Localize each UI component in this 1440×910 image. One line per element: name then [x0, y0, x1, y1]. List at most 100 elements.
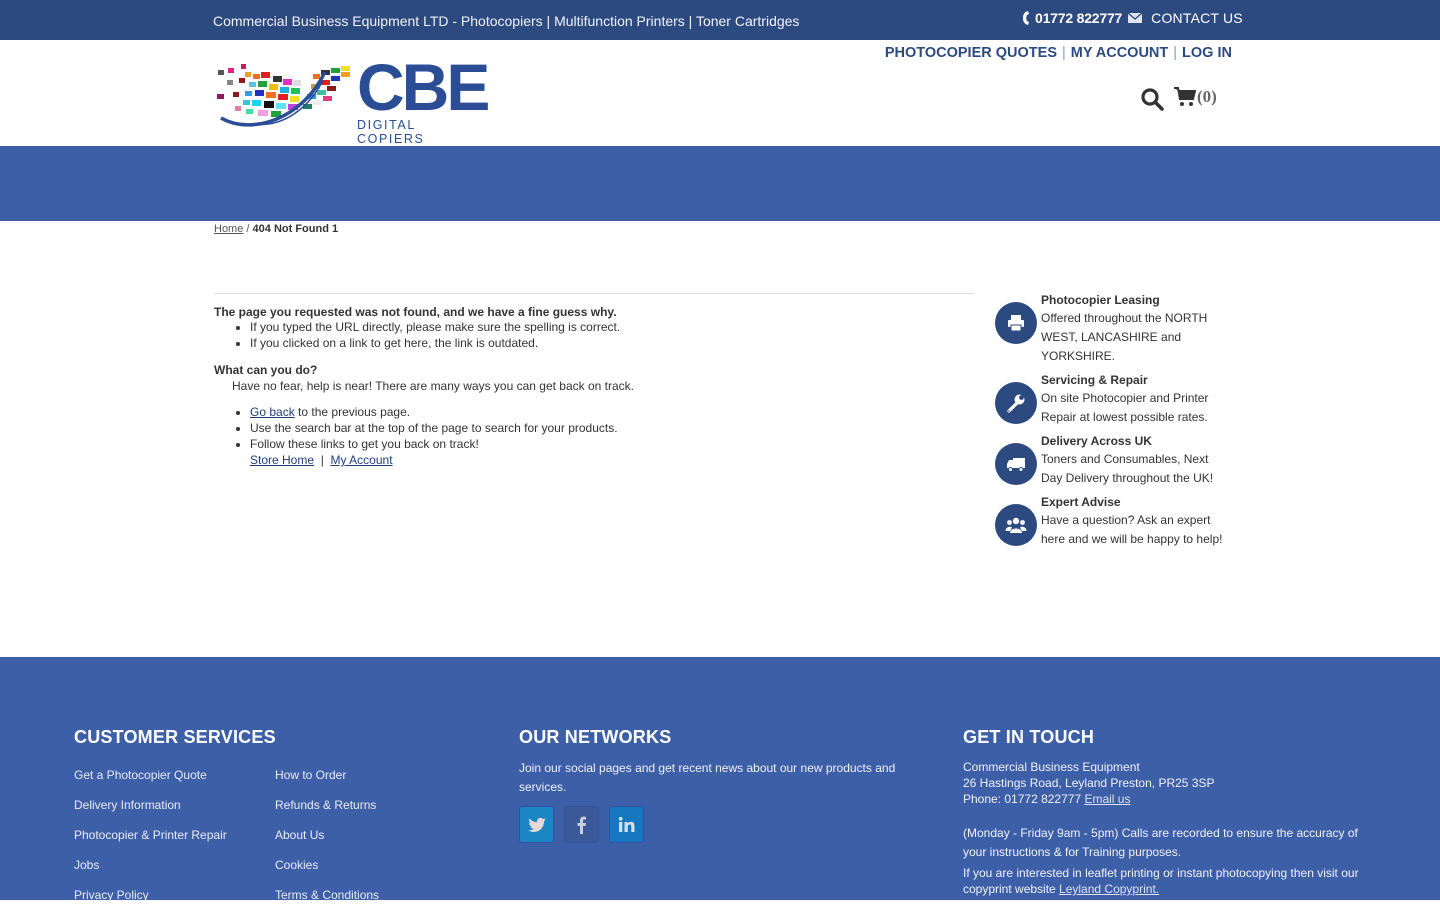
nav-my-account[interactable]: MY ACCOUNT [1071, 45, 1168, 61]
footer-link[interactable]: Terms & Conditions [275, 880, 475, 910]
footer-link[interactable]: About Us [275, 820, 475, 850]
feature-desc: Toners and Consumables, Next Day Deliver… [1041, 452, 1214, 485]
cart-count: (0) [1197, 87, 1217, 106]
linkedin-icon [618, 816, 634, 832]
breadcrumb-home[interactable]: Home [214, 223, 243, 235]
email-us-link[interactable]: Email us [1084, 792, 1130, 806]
footer-link[interactable]: How to Order [275, 760, 475, 790]
logo-text: CBE DIGITAL COPIERS [357, 50, 490, 146]
feature-title: Delivery Across UK [1041, 434, 1152, 448]
nav-photocopier-quotes[interactable]: PHOTOCOPIER QUOTES [885, 45, 1057, 61]
follow-text: Follow these links to get you back on tr… [250, 437, 479, 451]
linkedin-button[interactable] [609, 806, 644, 843]
suggestion-follow: Follow these links to get you back on tr… [250, 436, 974, 468]
logo[interactable]: CBE DIGITAL COPIERS [213, 54, 490, 146]
footer-link[interactable]: Jobs [74, 850, 275, 880]
footer-link[interactable]: Privacy Policy [74, 880, 275, 910]
nav-log-in[interactable]: LOG IN [1182, 45, 1232, 61]
search-icon[interactable] [1140, 87, 1164, 111]
reason-item: If you clicked on a link to get here, th… [250, 335, 974, 351]
truck-icon [995, 443, 1037, 485]
footer-link[interactable]: Delivery Information [74, 790, 275, 820]
footer-get-in-touch: GET IN TOUCH Commercial Business Equipme… [963, 727, 1383, 897]
facebook-button[interactable] [564, 806, 599, 843]
phone-number[interactable]: 01772 822777 [1035, 10, 1122, 26]
suggestions-list: Go back to the previous page. Use the se… [250, 404, 974, 468]
logo-brand: CBE [357, 50, 490, 124]
footer-link[interactable]: Photocopier & Printer Repair [74, 820, 275, 850]
feature-desc: Have a question? Ask an expert here and … [1041, 513, 1223, 546]
twitter-button[interactable] [519, 806, 554, 843]
feature-expert-advise: Expert Advise Have a question? Ask an ex… [995, 495, 1225, 549]
breadcrumb-separator: / [246, 223, 250, 235]
links-separator: | [320, 453, 324, 467]
feature-photocopier-leasing: Photocopier Leasing Offered throughout t… [995, 293, 1225, 366]
not-found-content: The page you requested was not found, an… [214, 293, 974, 468]
networks-text: Join our social pages and get recent new… [519, 761, 896, 794]
feature-title: Photocopier Leasing [1041, 293, 1160, 307]
users-icon [995, 504, 1037, 546]
breadcrumb: Home / 404 Not Found 1 [214, 223, 338, 235]
go-back-link[interactable]: Go back [250, 405, 295, 419]
copyprint-text: If you are interested in leaflet printin… [963, 866, 1359, 896]
hero-banner [0, 146, 1440, 221]
my-account-link[interactable]: My Account [331, 453, 393, 467]
suggestion-search: Use the search bar at the top of the pag… [250, 420, 974, 436]
footer-link[interactable]: Cookies [275, 850, 475, 880]
suggestion-go-back: Go back to the previous page. [250, 404, 974, 420]
what-can-you-do-heading: What can you do? [214, 363, 318, 377]
company-name: Commercial Business Equipment [963, 760, 1140, 774]
opening-hours: (Monday - Friday 9am - 5pm) Calls are re… [963, 826, 1358, 859]
nav-separator: | [1173, 45, 1178, 61]
recovery-links: Store Home | My Account [250, 452, 974, 468]
customer-services-links: Get a Photocopier Quote How to Order Del… [74, 760, 494, 910]
reason-item: If you typed the URL directly, please ma… [250, 319, 974, 335]
facebook-icon [577, 816, 586, 834]
footer-customer-services: CUSTOMER SERVICES Get a Photocopier Quot… [74, 727, 494, 910]
footer-heading: GET IN TOUCH [963, 727, 1095, 747]
street-address: 26 Hastings Road, Leyland Preston, PR25 … [963, 776, 1215, 790]
logo-mosaic-icon [217, 64, 350, 127]
feature-servicing-repair: Servicing & Repair On site Photocopier a… [995, 373, 1225, 427]
phone-text: Phone: 01772 822777 [963, 792, 1085, 806]
footer: CUSTOMER SERVICES Get a Photocopier Quot… [0, 657, 1440, 902]
phone-icon [1023, 11, 1029, 25]
wrench-icon [995, 382, 1037, 424]
footer-heading: CUSTOMER SERVICES [74, 727, 276, 747]
store-home-link[interactable]: Store Home [250, 453, 314, 467]
feature-desc: Offered throughout the NORTH WEST, LANCA… [1041, 311, 1208, 363]
breadcrumb-current: 404 Not Found 1 [252, 223, 339, 235]
footer-networks: OUR NETWORKS Join our social pages and g… [519, 727, 919, 843]
printer-icon [995, 302, 1037, 344]
leyland-copyprint-link[interactable]: Leyland Copyprint. [1059, 882, 1159, 896]
feature-desc: On site Photocopier and Printer Repair a… [1041, 391, 1209, 424]
feature-title: Servicing & Repair [1041, 373, 1148, 387]
help-text: Have no fear, help is near! There are ma… [232, 379, 634, 393]
reasons-list: If you typed the URL directly, please ma… [250, 319, 974, 351]
footer-heading: OUR NETWORKS [519, 727, 672, 747]
footer-link[interactable]: Refunds & Returns [275, 790, 475, 820]
feature-title: Expert Advise [1041, 495, 1121, 509]
header-nav: PHOTOCOPIER QUOTES | MY ACCOUNT | LOG IN [885, 45, 1232, 61]
contact-us-link[interactable]: CONTACT US [1151, 10, 1243, 26]
top-contact: 01772 822777 CONTACT US [1022, 10, 1243, 26]
features-sidebar: Photocopier Leasing Offered throughout t… [995, 293, 1225, 556]
site-tagline: Commercial Business Equipment LTD - Phot… [213, 13, 800, 29]
phone-line: Phone: 01772 822777 Email us [963, 791, 1383, 807]
nav-separator: | [1062, 45, 1066, 61]
not-found-heading: The page you requested was not found, an… [214, 305, 617, 319]
feature-delivery: Delivery Across UK Toners and Consumable… [995, 434, 1225, 488]
top-bar: Commercial Business Equipment LTD - Phot… [0, 0, 1440, 40]
social-links [519, 806, 919, 843]
footer-link[interactable]: Get a Photocopier Quote [74, 760, 275, 790]
header: CBE DIGITAL COPIERS PHOTOCOPIER QUOTES |… [0, 40, 1440, 146]
copyprint-note: If you are interested in leaflet printin… [963, 865, 1383, 897]
cart-button[interactable]: (0) [1174, 87, 1217, 107]
envelope-icon[interactable] [1128, 13, 1143, 23]
contact-address: Commercial Business Equipment 26 Hasting… [963, 759, 1383, 807]
go-back-text: to the previous page. [294, 405, 411, 419]
twitter-icon [527, 817, 546, 832]
shopping-cart-icon [1174, 87, 1196, 106]
